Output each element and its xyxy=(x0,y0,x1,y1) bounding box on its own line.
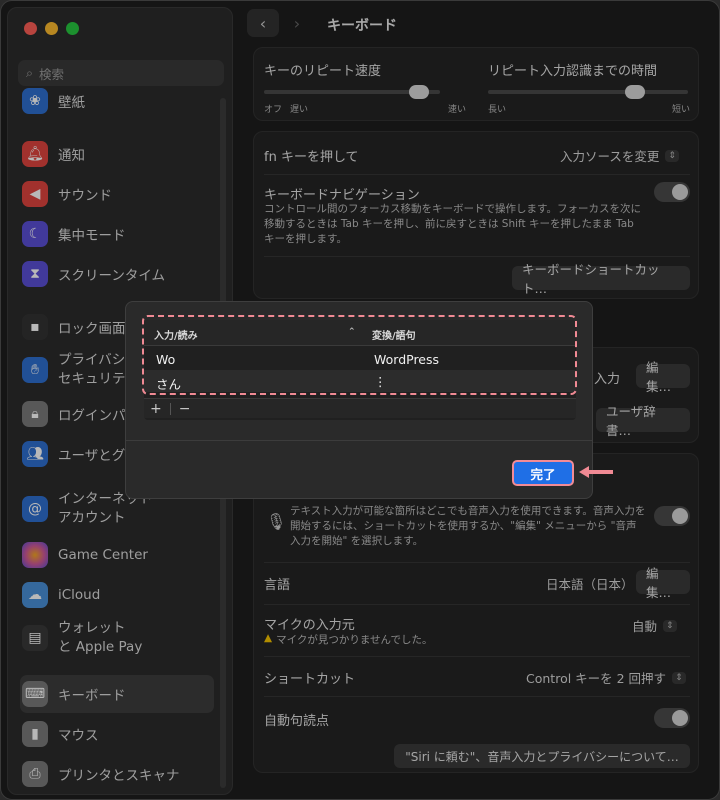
settings-window: ⌕ 検索 ❀ 壁紙 🔔︎ 通知 ◀ サウンド ☾ 集中モード ⧗ スクリーンタイ… xyxy=(0,0,720,800)
add-entry-button[interactable]: + xyxy=(150,401,162,417)
table-highlight-annotation xyxy=(142,315,577,395)
done-button[interactable]: 完了 xyxy=(512,460,574,486)
divider xyxy=(126,440,592,441)
table-toolbar: + − xyxy=(144,398,576,418)
arrow-left-icon xyxy=(579,466,613,478)
divider xyxy=(169,402,171,415)
remove-entry-button[interactable]: − xyxy=(179,401,191,417)
